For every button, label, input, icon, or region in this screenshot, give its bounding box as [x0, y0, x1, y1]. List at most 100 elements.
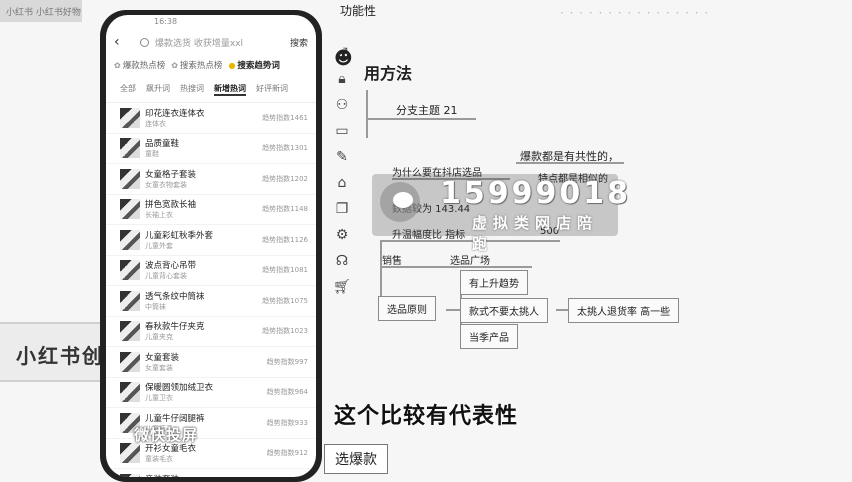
slogan: 虚拟类网店陪跑	[472, 214, 599, 253]
trend-icon: ●	[228, 60, 236, 70]
item-trend-index: 趋势指数1148	[262, 205, 308, 214]
item-title: 女童套装	[145, 352, 180, 363]
item-subtitle: 长袖上衣	[145, 211, 173, 220]
item-subtitle: 女童衣物套装	[145, 180, 187, 189]
item-trend-index: 趋势指数933	[266, 418, 308, 427]
chip-label: 搜索趋势词	[237, 61, 280, 71]
list-item[interactable]: 童装套装童装	[106, 469, 316, 477]
item-subtitle: 童装毛衣	[145, 455, 173, 464]
browser-tab[interactable]: 小红书 小红书好物	[0, 0, 82, 22]
item-title: 女童格子套装	[145, 169, 197, 180]
mindmap-node-branch[interactable]: 分支主题 21	[396, 102, 458, 118]
item-subtitle: 儿童背心套装	[145, 272, 187, 281]
item-meta: 女童套装 女童套装	[145, 351, 267, 373]
mindmap-node-plaza[interactable]: 选品广场	[450, 252, 490, 267]
phone-screen: 16:38 ‹ 爆款选货 收获增量xxl 搜索 ✿ 爆款热点榜 ✿ 搜索热点榜 ● 搜…	[106, 15, 316, 477]
left-background-text: 小红书创	[16, 344, 104, 368]
item-meta: 保暖圆领加绒卫衣 儿童卫衣	[145, 381, 267, 403]
status-time: 16:38	[154, 17, 178, 26]
item-meta: 拼色宽款长袖 长袖上衣	[145, 198, 262, 220]
search-icon	[140, 37, 149, 47]
item-subtitle: 童鞋	[145, 150, 159, 159]
cart-icon[interactable]: 🛒︎	[332, 274, 352, 300]
gear-icon[interactable]: ⚙	[332, 222, 352, 248]
product-thumbnail	[120, 107, 140, 128]
item-trend-index: 趋势指数1081	[262, 266, 308, 275]
mindmap-node-select-hit[interactable]: 选爆款	[324, 444, 388, 474]
subtab-good[interactable]: 好评新词	[256, 83, 288, 96]
chip-label: 搜索热点榜	[179, 61, 223, 71]
list-item[interactable]: 波点背心吊带 儿童背心套装 趋势指数1081	[106, 256, 316, 286]
list-item[interactable]: 女童格子套装 女童衣物套装 趋势指数1202	[106, 164, 316, 195]
list-item[interactable]: 印花连衣连体衣 连体衣 趋势指数1461	[106, 103, 316, 134]
connector	[366, 90, 368, 138]
item-subtitle: 儿童夹克	[145, 333, 173, 342]
list-item[interactable]: 透气条纹中筒袜 中筒袜 趋势指数1075	[106, 286, 316, 317]
item-title: 透气条纹中筒袜	[145, 291, 205, 302]
product-thumbnail	[120, 351, 140, 372]
list-item[interactable]: 儿童彩虹秋季外套 儿童外套 趋势指数1126	[106, 225, 316, 256]
list-item[interactable]: 春秋款牛仔夹克 儿童夹克 趋势指数1023	[106, 317, 316, 347]
connector	[366, 118, 476, 120]
item-subtitle: 连体衣	[145, 119, 166, 128]
item-title: 童装套装	[145, 473, 308, 477]
item-meta: 童装套装童装	[145, 473, 308, 477]
product-thumbnail	[120, 260, 140, 281]
dots-decoration: · · · · · · · · · · · · · · · ·	[560, 6, 710, 20]
search-input[interactable]: 爆款选货 收获增量xxl	[155, 36, 290, 49]
search-button[interactable]: 搜索	[290, 36, 308, 49]
product-thumbnail	[120, 199, 140, 220]
left-background-panel: 小红书创	[0, 322, 104, 382]
copy-icon[interactable]: ❐	[332, 196, 352, 222]
brush-icon[interactable]: ✎	[332, 144, 352, 170]
item-title: 印花连衣连体衣	[145, 108, 205, 119]
chip-search-hot[interactable]: ✿ 搜索热点榜	[171, 59, 223, 72]
status-bar: 16:38	[106, 15, 316, 31]
subtab-all[interactable]: 全部	[120, 83, 136, 96]
item-meta: 女童格子套装 女童衣物套装	[145, 168, 262, 190]
item-meta: 印花连衣连体衣 连体衣	[145, 107, 262, 129]
computer-icon[interactable]: ▭	[332, 118, 352, 144]
chip-hot-products[interactable]: ✿ 爆款热点榜	[114, 59, 166, 72]
share-icon[interactable]: ⌂	[332, 170, 352, 196]
connector	[382, 266, 532, 268]
back-icon[interactable]: ‹	[114, 34, 132, 50]
item-title: 春秋款牛仔夹克	[145, 322, 205, 333]
item-meta: 儿童彩虹秋季外套 儿童外套	[145, 229, 262, 251]
mindmap-node-function[interactable]: 功能性	[340, 2, 376, 19]
product-thumbnail	[120, 229, 140, 250]
item-title: 儿童彩虹秋季外套	[145, 230, 214, 241]
subtab-new[interactable]: 新增热词	[214, 83, 246, 96]
headset-icon[interactable]: ☊	[332, 248, 352, 274]
item-title: 保暖圆领加绒卫衣	[145, 383, 214, 394]
mindmap-node-sales[interactable]: 销售	[382, 252, 402, 267]
chip-search-trend[interactable]: ● 搜索趋势词	[228, 59, 280, 72]
item-meta: 透气条纹中筒袜 中筒袜	[145, 290, 262, 312]
subtab-hot[interactable]: 热搜词	[180, 83, 204, 96]
mindmap-node-principle[interactable]: 选品原则	[378, 296, 436, 321]
search-bar[interactable]: ‹ 爆款选货 收获增量xxl 搜索	[106, 31, 316, 53]
mindmap-node-method[interactable]: 用方法	[364, 60, 412, 84]
people-icon[interactable]: ⚇	[332, 92, 352, 118]
item-trend-index: 趋势指数1202	[262, 174, 308, 183]
item-trend-index: 趋势指数964	[266, 388, 308, 397]
subtab-rising[interactable]: 飙升词	[146, 83, 170, 96]
list-item[interactable]: 保暖圆领加绒卫衣 儿童卫衣 趋势指数964	[106, 378, 316, 408]
item-trend-index: 趋势指数1075	[262, 296, 308, 305]
mindmap-node-season[interactable]: 当季产品	[460, 324, 518, 349]
list-item[interactable]: 品质童鞋 童鞋 趋势指数1301	[106, 134, 316, 164]
list-item[interactable]: 女童套装 女童套装 趋势指数997	[106, 347, 316, 378]
product-thumbnail	[120, 382, 140, 403]
chip-label: 爆款热点榜	[122, 61, 166, 71]
item-trend-index: 趋势指数997	[266, 357, 308, 366]
product-thumbnail	[120, 168, 140, 189]
item-title: 儿童牛仔阔腿裤	[145, 413, 205, 424]
mindmap-node-picky[interactable]: 太挑人退货率 高一些	[568, 298, 680, 323]
lock-icon[interactable]: 🔒︎	[332, 66, 352, 92]
connector	[516, 162, 624, 164]
connector	[446, 309, 460, 311]
mindmap-node-trend-up[interactable]: 有上升趋势	[460, 270, 528, 295]
mindmap-node-style-rule[interactable]: 款式不要太挑人	[460, 298, 548, 323]
item-title: 品质童鞋	[145, 139, 180, 150]
list-item[interactable]: 拼色宽款长袖 长袖上衣 趋势指数1148	[106, 195, 316, 225]
